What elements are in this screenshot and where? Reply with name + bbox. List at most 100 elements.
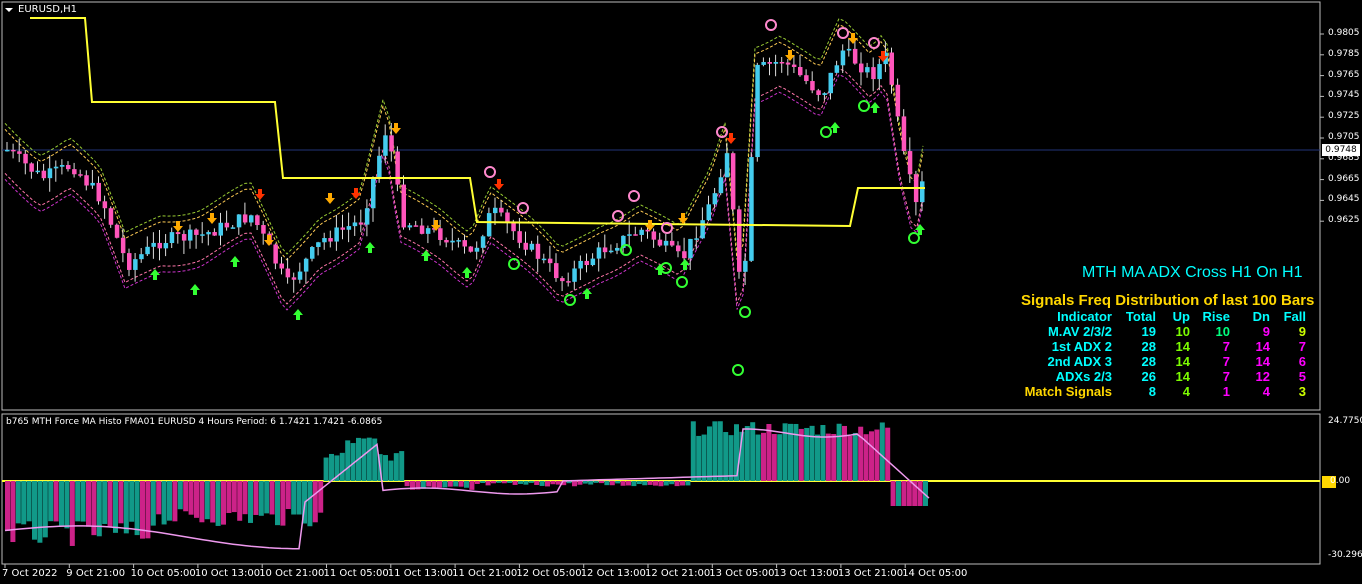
histo-bar [825, 433, 831, 481]
candle-bear [328, 238, 333, 242]
candle-bull [749, 157, 754, 261]
histo-bar [145, 481, 151, 539]
candle-bear [895, 84, 901, 117]
candle-bear [175, 232, 181, 235]
candle-bull [688, 238, 693, 259]
histo-bar [896, 481, 901, 506]
histo-bar [199, 481, 205, 523]
histo-bar [798, 428, 804, 481]
candle-bull [249, 215, 254, 223]
candle-bear [23, 153, 28, 164]
histo-bar [604, 481, 610, 486]
histo-bar [507, 481, 513, 483]
candle-bear [602, 247, 608, 253]
histo-bar [906, 481, 912, 506]
histo-bar [599, 481, 604, 484]
price-axis-label: 0.9805 [1328, 28, 1360, 38]
down-arrow-icon [255, 189, 265, 200]
histo-bar [118, 481, 124, 524]
price-axis-label: 0.9745 [1328, 90, 1360, 101]
candle-bull [761, 62, 766, 65]
candle-bear [566, 281, 571, 283]
histo-bar [312, 481, 318, 523]
candle-bull [596, 247, 602, 259]
candle-bull [486, 213, 492, 237]
histo-bar [161, 481, 167, 525]
candle-bear [444, 239, 449, 243]
candle-bear [291, 277, 297, 280]
histo-bar [771, 433, 777, 481]
candle-bull [218, 222, 223, 236]
time-axis-label: 12 Oct 05:00 [516, 568, 582, 579]
chart-menu-icon[interactable] [5, 8, 13, 12]
candle-bear [462, 240, 467, 247]
candle-bear [767, 62, 772, 64]
histo-bar [96, 481, 102, 537]
buy-circle-icon [820, 126, 832, 138]
candle-bear [584, 260, 589, 266]
histo-bar [53, 481, 59, 522]
indicator-title: b765 MTH Force MA Histo FMA01 EURUSD 4 H… [6, 417, 383, 427]
histo-bar [42, 481, 48, 538]
histo-bar [512, 481, 518, 485]
candle-bull [407, 225, 413, 228]
candle-bear [438, 228, 443, 240]
time-axis-label: 13 Oct 13:00 [773, 568, 839, 579]
candle-bull [346, 226, 352, 230]
stats-row-match: Match Signals 8 4 1 4 3 [1024, 384, 1306, 399]
histo-bar [555, 481, 561, 485]
candle-bull [663, 240, 669, 246]
histo-bar [64, 481, 70, 529]
histo-bar [150, 481, 156, 526]
histo-bar [26, 481, 32, 522]
upper-band-line [4, 17, 924, 255]
histo-bar [545, 481, 550, 487]
histo-bar [21, 481, 27, 525]
candle-bull [706, 204, 711, 221]
candle-bear [779, 62, 785, 64]
histo-bar [901, 481, 907, 506]
candle-bull [572, 268, 577, 282]
buy-circle-icon [908, 232, 920, 244]
candle-bear [419, 225, 425, 234]
candle-bull [139, 254, 144, 260]
histo-bar [879, 422, 885, 481]
histo-bar [528, 481, 534, 483]
candle-bear [41, 170, 47, 179]
candle-bear [255, 215, 260, 226]
candle-bear [785, 62, 791, 65]
candle-bull [743, 260, 748, 272]
histo-bar [345, 440, 351, 481]
histo-bar [723, 432, 729, 481]
histo-bar [172, 481, 178, 522]
sell-circle-icon [765, 19, 777, 31]
candle-bear [651, 231, 657, 240]
histo-bar [107, 481, 113, 528]
histo-bar [361, 438, 367, 481]
histo-bar [890, 481, 896, 506]
histo-bar [59, 481, 64, 526]
histo-bar [129, 481, 135, 522]
candle-bull [590, 258, 596, 266]
candle-bear [676, 245, 681, 252]
histo-bar [631, 481, 637, 487]
candle-bear [517, 231, 522, 243]
panel-subtitle: Signals Freq Distribution of last 100 Ba… [1021, 292, 1315, 309]
candle-bear [279, 263, 284, 269]
histo-bar [647, 481, 653, 485]
candle-bull [5, 149, 10, 152]
candle-bull [206, 232, 211, 235]
time-axis-label: 7 Oct 2022 [2, 568, 58, 579]
histo-bar [680, 481, 685, 486]
histo-bar [183, 481, 189, 512]
time-axis-label: 14 Oct 05:00 [902, 568, 968, 579]
candle-bear [358, 222, 364, 225]
candle-bear [816, 90, 821, 95]
histo-bar [5, 481, 10, 531]
candle-bull [865, 67, 870, 73]
down-arrow-icon [726, 133, 736, 144]
time-axis-label: 11 Oct 13:00 [387, 568, 453, 579]
candle-bear [535, 243, 541, 259]
candle-bull [474, 247, 480, 252]
histo-bar [717, 421, 723, 481]
